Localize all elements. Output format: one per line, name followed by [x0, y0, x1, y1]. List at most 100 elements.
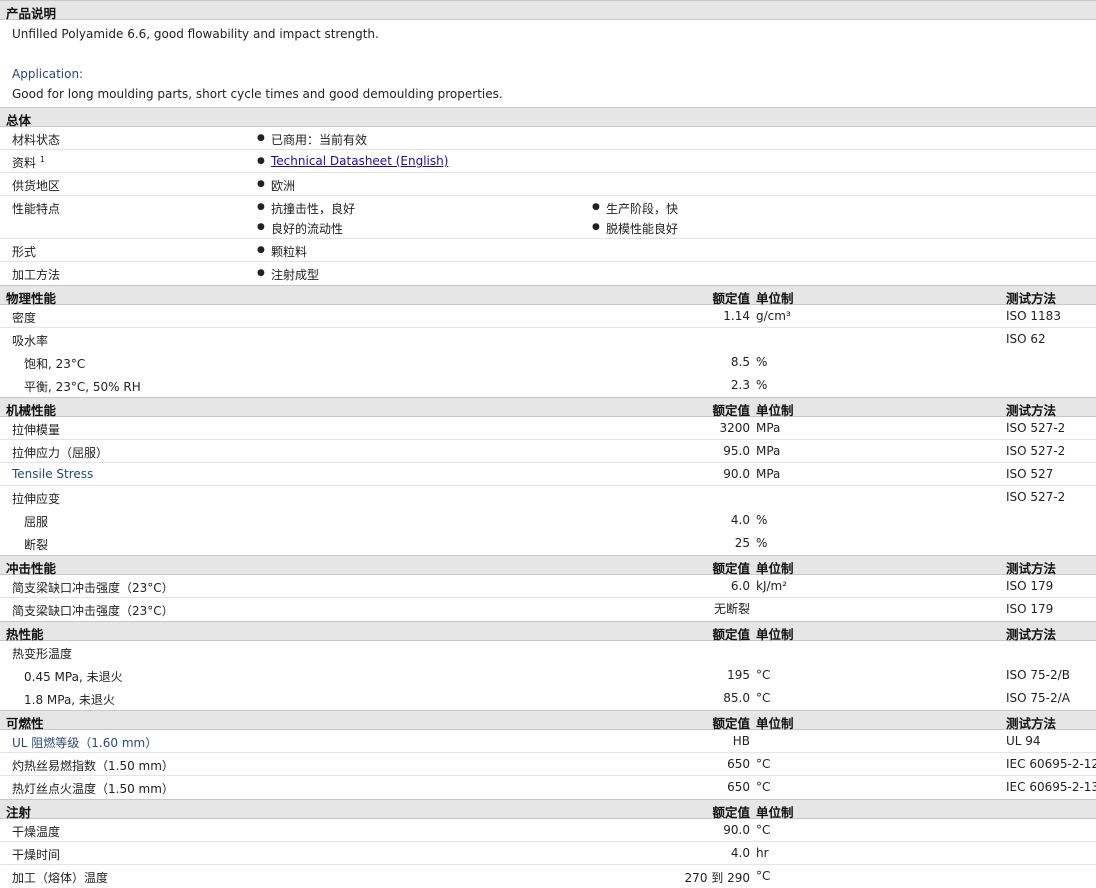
property-label: 密度	[12, 311, 37, 325]
property-label: 断裂	[24, 538, 49, 552]
bullet-item: Technical Datasheet (English)	[257, 154, 448, 168]
property-value: 85.0	[723, 691, 750, 705]
property-unit: %	[756, 355, 768, 369]
bullet-item: 已商用：当前有效	[257, 131, 367, 148]
property-label: 加工（熔体）温度	[12, 871, 109, 885]
general-row-region: 供货地区 欧洲	[0, 173, 1096, 196]
property-method: ISO 75-2/A	[1006, 691, 1070, 705]
section-header-impact: 冲击性能 额定值 单位制 测试方法	[0, 555, 1096, 576]
property-row: UL 阻燃等级（1.60 mm） HB UL 94	[0, 730, 1096, 753]
property-row: 加工（熔体）温度 270 到 290 °C	[0, 865, 1096, 888]
property-label: 0.45 MPa, 未退火	[24, 670, 123, 684]
property-value: 3200	[719, 421, 750, 435]
property-unit: °C	[756, 780, 771, 794]
row-label: 供货地区	[12, 179, 61, 193]
property-value: 650	[727, 780, 750, 794]
property-label: 拉伸模量	[12, 423, 61, 437]
bullet-item: 注射成型	[257, 266, 319, 283]
technical-datasheet-link[interactable]: Technical Datasheet (English)	[271, 154, 448, 168]
row-label: 形式	[12, 245, 37, 259]
property-label: 饱和, 23°C	[24, 357, 86, 371]
property-value: 1.14	[723, 309, 750, 323]
property-unit: kJ/m²	[756, 579, 788, 593]
application-label: Application:	[12, 67, 84, 81]
property-row: Tensile Stress 90.0 MPa ISO 527	[0, 463, 1096, 486]
property-method: ISO 75-2/B	[1006, 668, 1070, 682]
property-value: 90.0	[723, 467, 750, 481]
application-text: Good for long moulding parts, short cycl…	[12, 87, 503, 101]
property-label: UL 阻燃等级（1.60 mm）	[12, 736, 158, 750]
property-value: 195	[727, 668, 750, 682]
general-row-features: 性能特点 抗撞击性，良好 生产阶段，快 良好的流动性 脱模性能良好	[0, 196, 1096, 239]
section-header-physical: 物理性能 额定值 单位制 测试方法	[0, 285, 1096, 306]
section-header-injection: 注射 额定值 单位制	[0, 799, 1096, 820]
property-method: ISO 1183	[1006, 309, 1061, 323]
property-method: ISO 527-2	[1006, 490, 1066, 504]
property-label: Tensile Stress	[12, 467, 94, 481]
property-unit: °C	[756, 823, 771, 837]
property-value: HB	[732, 734, 750, 748]
property-method: ISO 527-2	[1006, 421, 1066, 435]
bullet-item: 颗粒料	[257, 243, 307, 260]
section-header-flammability: 可燃性 额定值 单位制 测试方法	[0, 710, 1096, 731]
property-label: 屈服	[24, 515, 49, 529]
property-row: 拉伸应变 ISO 527-2	[0, 486, 1096, 509]
property-unit: MPa	[756, 421, 781, 435]
property-label: 干燥时间	[12, 848, 61, 862]
property-value: 25	[734, 536, 750, 550]
property-label: 吸水率	[12, 334, 49, 348]
property-row: 干燥时间 4.0 hr	[0, 842, 1096, 865]
row-label: 材料状态	[12, 133, 61, 147]
bullet-item: 脱模性能良好	[592, 220, 678, 237]
property-row: 拉伸应力（屈服） 95.0 MPa ISO 527-2	[0, 440, 1096, 463]
row-label: 资料 1	[12, 155, 45, 170]
property-label: 热灯丝点火温度（1.50 mm）	[12, 782, 174, 796]
property-unit: hr	[756, 846, 769, 860]
property-value: 4.0	[730, 513, 750, 527]
property-label: 干燥温度	[12, 825, 61, 839]
property-unit: MPa	[756, 444, 781, 458]
property-label: 简支梁缺口冲击强度（23°C）	[12, 604, 174, 618]
property-label: 1.8 MPa, 未退火	[24, 693, 115, 707]
property-value: 90.0	[723, 823, 750, 837]
property-row: 吸水率 ISO 62	[0, 328, 1096, 351]
property-label: 简支梁缺口冲击强度（23°C）	[12, 581, 174, 595]
property-row: 灼热丝易燃指数（1.50 mm） 650 °C IEC 60695-2-12	[0, 753, 1096, 776]
property-value: 95.0	[723, 444, 750, 458]
property-row: 0.45 MPa, 未退火 195 °C ISO 75-2/B	[0, 664, 1096, 687]
general-row-form: 形式 颗粒料	[0, 239, 1096, 262]
property-unit: g/cm³	[756, 309, 791, 323]
property-row: 断裂 25 %	[0, 532, 1096, 555]
row-label: 性能特点	[12, 202, 61, 216]
section-header-mechanical: 机械性能 额定值 单位制 测试方法	[0, 397, 1096, 418]
property-row: 1.8 MPa, 未退火 85.0 °C ISO 75-2/A	[0, 687, 1096, 710]
row-label: 加工方法	[12, 268, 61, 282]
property-label: 热变形温度	[12, 647, 73, 661]
property-value: 650	[727, 757, 750, 771]
property-unit: °C	[756, 691, 771, 705]
property-value: 270 到 290	[684, 871, 750, 885]
property-label: 灼热丝易燃指数（1.50 mm）	[12, 759, 174, 773]
property-label: 拉伸应力（屈服）	[12, 446, 109, 460]
bullet-item: 欧洲	[257, 177, 295, 194]
property-row: 平衡, 23°C, 50% RH 2.3 %	[0, 374, 1096, 397]
product-description: Unfilled Polyamide 6.6, good flowability…	[0, 20, 1096, 107]
property-unit: %	[756, 536, 768, 550]
section-header-thermal: 热性能 额定值 单位制 测试方法	[0, 621, 1096, 642]
property-value: 无断裂	[713, 602, 750, 616]
section-header-general: 总体	[0, 107, 1096, 128]
property-label: 拉伸应变	[12, 492, 61, 506]
property-row: 简支梁缺口冲击强度（23°C） 无断裂 ISO 179	[0, 598, 1096, 621]
property-method: IEC 60695-2-12	[1006, 757, 1096, 771]
property-row: 热灯丝点火温度（1.50 mm） 650 °C IEC 60695-2-13	[0, 776, 1096, 799]
description-line: Unfilled Polyamide 6.6, good flowability…	[12, 27, 379, 41]
property-value: 4.0	[730, 846, 750, 860]
property-value: 2.3	[730, 378, 750, 392]
property-method: IEC 60695-2-13	[1006, 780, 1096, 794]
property-method: ISO 62	[1006, 332, 1046, 346]
property-row: 简支梁缺口冲击强度（23°C） 6.0 kJ/m² ISO 179	[0, 575, 1096, 598]
property-unit: °C	[756, 668, 771, 682]
section-header-product-description: 产品说明	[0, 0, 1096, 21]
general-row-process: 加工方法 注射成型	[0, 262, 1096, 285]
property-unit: °C	[756, 757, 771, 771]
